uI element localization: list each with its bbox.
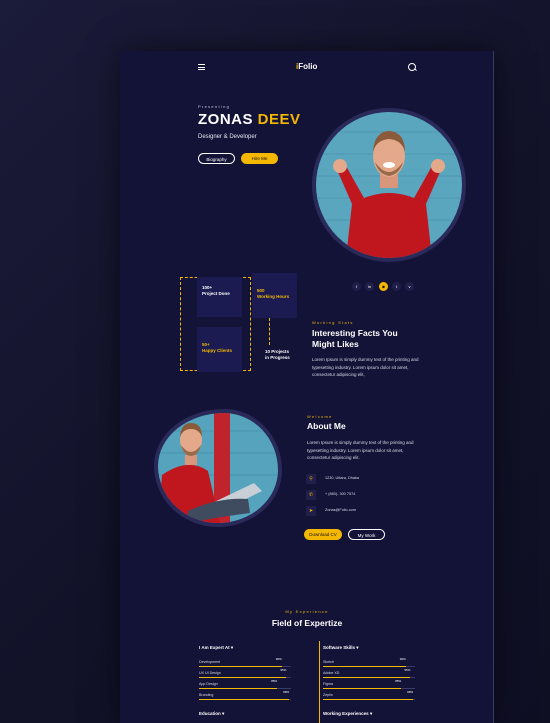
facts-kicker: Working Stats [312,320,354,325]
skill-track [199,666,291,667]
mockup-edge [493,51,494,723]
skill-percent: 85% [271,679,278,683]
skill-row: Sketch 90% [323,657,415,668]
skill-name: Development [199,660,221,664]
skill-progress-bar [323,688,402,689]
skill-name: App Design [199,682,218,686]
skill-percent: 95% [280,668,287,672]
skill-name: Zeplin [323,693,333,697]
skill-progress-bar [199,699,290,700]
skill-track [323,699,415,700]
hire-me-button[interactable]: Hire Me [241,153,278,164]
my-work-button[interactable]: My Work [348,529,385,540]
skill-row: Branding 98% [199,690,291,701]
facts-title-line1: Interesting Facts You [312,328,398,338]
hero-name: ZONAS DEEV [198,111,301,128]
fact-label: Project Done [202,291,230,296]
education-head-text: Education [199,711,221,716]
logo-text: Folio [298,62,318,71]
facts-title: Interesting Facts You Might Likes [312,328,398,350]
skill-percent: 95% [404,668,411,672]
skill-row: Adobe XD 95% [323,668,415,679]
hero-role: Designer & Developer [198,134,257,140]
map-pin-icon: ⚲ [306,474,316,484]
hero-portrait-photo [316,112,462,258]
skill-progress-bar [323,699,414,700]
skill-name: Figma [323,682,333,686]
skill-percent: 90% [399,657,406,661]
skill-track [323,688,415,689]
skill-track [323,666,415,667]
facebook-icon[interactable]: f [352,282,361,291]
facts-title-line2: Might Likes [312,339,359,349]
skill-track [323,677,415,678]
fact-projects-done: 100+ Project Done [197,277,242,317]
about-kicker: Welcome [307,414,333,419]
fact-label: Happy Clients [202,348,233,353]
education-head: Education ▾ [199,711,225,716]
site-logo[interactable]: iFolio [296,62,317,71]
fact-projects-in-progress: 10 Projects in Progress [260,345,300,375]
skill-row: Figma 85% [323,679,415,690]
vimeo-icon[interactable]: v [405,282,414,291]
about-photo [158,413,278,523]
skill-track [199,677,291,678]
skill-track [199,699,291,700]
skill-progress-bar [323,666,406,667]
skill-progress-bar [199,677,287,678]
address-text: 1230, Uttara, Dhaka [325,476,359,480]
working-experience-head: Working Experiences ▾ [323,711,373,716]
phone-icon: ✆ [306,490,316,500]
hero-kicker: Presenting [198,104,231,109]
skill-track [199,688,291,689]
portfolio-mockup: iFolio Presenting ZONAS DEEV Designer & … [120,51,494,723]
facts-dashed-connector [269,318,270,345]
hero-first-name: ZONAS [198,111,253,128]
left-column-head: I Am Expert At ▾ [199,645,234,650]
hamburger-menu-icon[interactable] [198,64,205,70]
skill-name: UX UI Design [199,671,221,675]
fact-happy-clients: 50+ Happy Clients [197,327,242,372]
skill-row: UX UI Design 95% [199,668,291,679]
fact-label: Working Hours [257,294,290,299]
skill-percent: 85% [395,679,402,683]
expertise-kicker: My Experience [285,609,329,614]
skill-percent: 98% [407,690,414,694]
send-icon: ➤ [306,506,316,516]
expertise-divider [319,641,320,723]
skill-progress-bar [323,677,411,678]
facts-text: Lorem Ipsum is simply dummy text of the … [312,357,419,377]
biography-button[interactable]: Biography [198,153,235,164]
skill-name: Adobe XD [323,671,340,675]
skill-progress-bar [199,666,282,667]
skill-row: Development 90% [199,657,291,668]
right-column-head: Software Skills ▾ [323,645,359,650]
skill-progress-bar [199,688,278,689]
download-cv-button[interactable]: Download CV [304,529,342,540]
fact-label: in Progress [265,355,290,360]
email-text: Zonas@Folio.com [325,508,356,512]
working-experience-head-text: Working Experiences [323,711,369,716]
skill-percent: 98% [283,690,290,694]
skill-name: Branding [199,693,214,697]
skill-percent: 90% [275,657,282,661]
skill-name: Sketch [323,660,334,664]
skill-row: App Design 85% [199,679,291,690]
search-icon[interactable] [408,63,416,71]
expertise-title: Field of Expertize [271,618,343,628]
right-head-text: Software Skills [323,645,356,650]
about-title: About Me [307,421,346,431]
hero-last-name: DEEV [257,111,301,128]
twitter-icon[interactable]: t [392,282,401,291]
left-head-text: I Am Expert At [199,645,230,650]
linkedin-icon[interactable]: in [365,282,374,291]
phone-text: + (880)- 300 7574 [325,492,356,496]
fact-working-hours: 500 Working Hours [252,273,297,318]
skill-row: Zeplin 98% [323,690,415,701]
dribbble-icon[interactable]: ◉ [379,282,388,291]
about-text: Lorem Ipsum is simply dummy text of the … [307,440,414,460]
